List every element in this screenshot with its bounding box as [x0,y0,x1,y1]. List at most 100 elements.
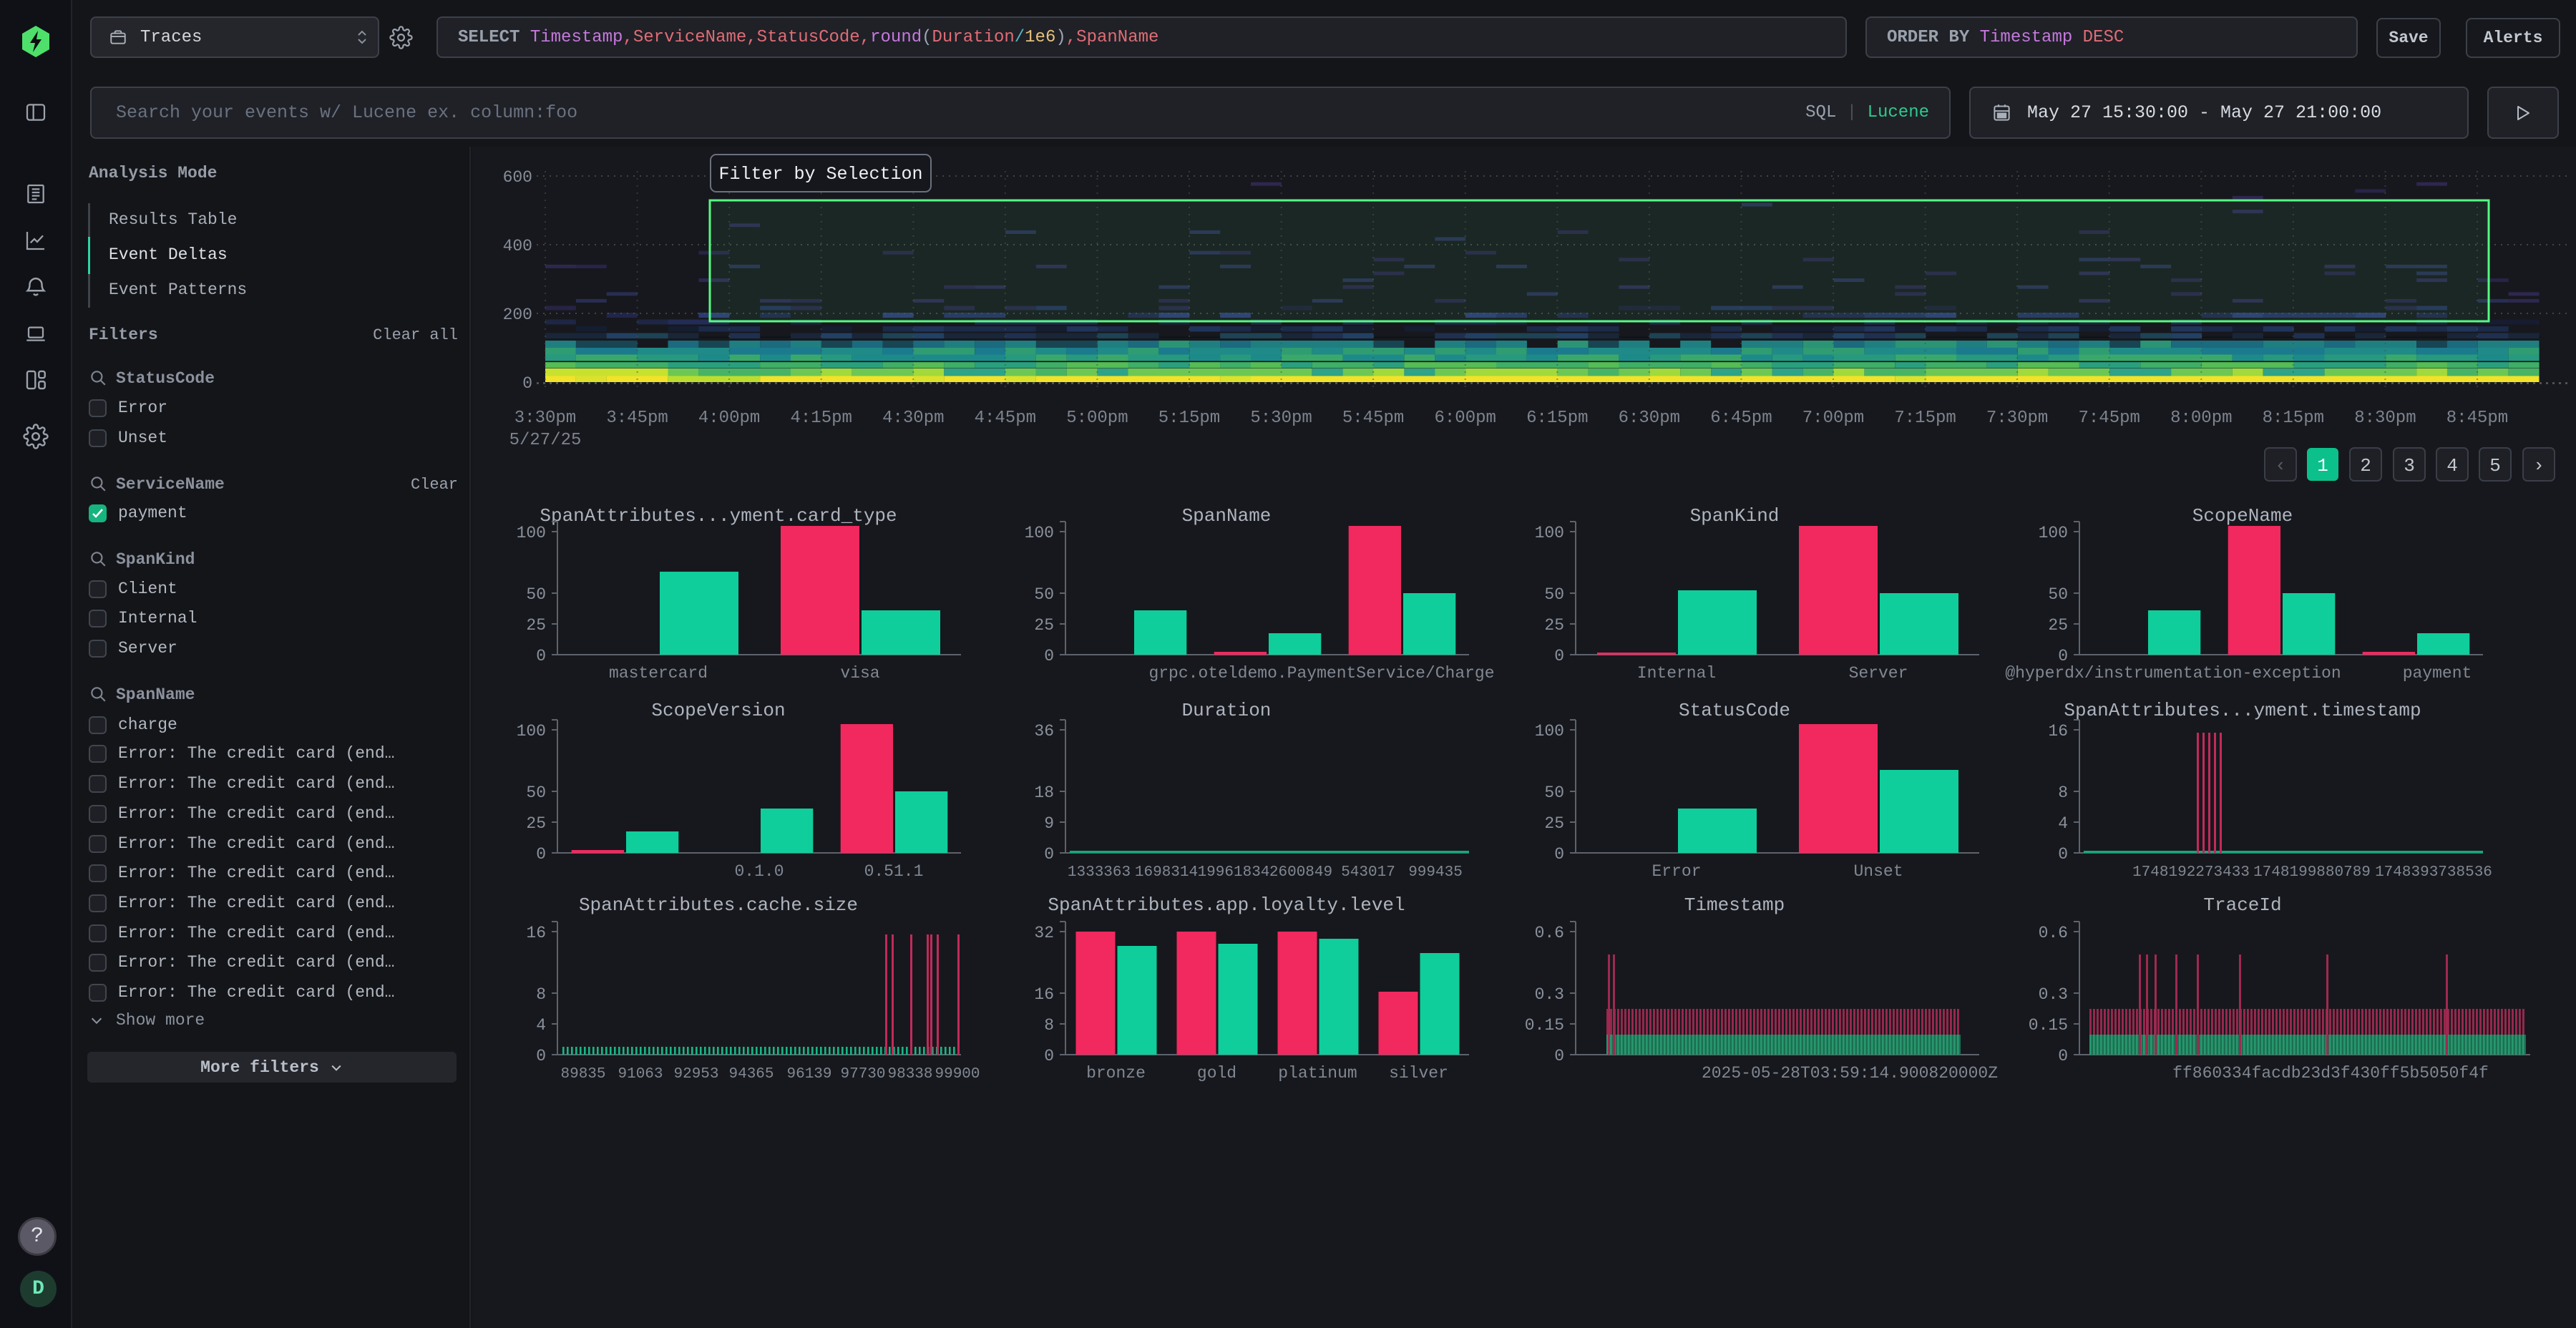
svg-text:16: 16 [2048,722,2068,741]
svg-text:1748393738536: 1748393738536 [2375,864,2492,881]
svg-text:visa: visa [840,664,879,683]
svg-text:5/27/25: 5/27/25 [509,431,582,450]
svg-text:Filter by Selection: Filter by Selection [718,164,922,185]
svg-text:silver: silver [1389,1064,1448,1083]
svg-text:1748192273433: 1748192273433 [2132,864,2250,881]
svg-text:2025-05-28T03:59:14.900820000Z: 2025-05-28T03:59:14.900820000Z [1702,1064,1998,1083]
svg-text:6:00pm: 6:00pm [1434,409,1496,428]
svg-text:1: 1 [2317,455,2328,477]
svg-text:3:45pm: 3:45pm [606,409,668,428]
svg-text:200: 200 [503,306,532,324]
svg-text:@hyperdx/instrumentation-excep: @hyperdx/instrumentation-exception [2005,664,2341,683]
svg-text:SpanAttributes...yment.card_ty: SpanAttributes...yment.card_type [540,505,897,527]
svg-text:0: 0 [522,374,532,393]
svg-text:0: 0 [2058,845,2068,864]
svg-text:6:15pm: 6:15pm [1526,409,1588,428]
svg-text:platinum: platinum [1278,1064,1357,1083]
svg-text:94365: 94365 [728,1066,774,1083]
svg-text:36: 36 [1034,722,1054,741]
svg-text:grpc.oteldemo.PaymentService/C: grpc.oteldemo.PaymentService/Charge [1148,664,1494,683]
svg-text:StatusCode: StatusCode [1679,700,1790,721]
svg-text:0: 0 [1044,1047,1054,1065]
svg-text:50: 50 [2048,585,2068,604]
svg-text:0: 0 [1044,845,1054,864]
svg-text:19961834: 19961834 [1198,864,1270,881]
svg-text:400: 400 [503,237,532,255]
svg-text:0.15: 0.15 [2029,1016,2068,1035]
svg-text:0: 0 [1044,647,1054,665]
svg-text:8:15pm: 8:15pm [2263,409,2324,428]
svg-text:50: 50 [1544,585,1564,604]
svg-text:0: 0 [1554,647,1564,665]
svg-text:4: 4 [2058,814,2068,833]
svg-text:5:45pm: 5:45pm [1342,409,1404,428]
svg-text:0: 0 [536,845,546,864]
svg-text:0: 0 [1554,1047,1564,1065]
svg-text:543017: 543017 [1341,864,1395,881]
svg-text:0.3: 0.3 [1535,985,1564,1004]
svg-text:8:00pm: 8:00pm [2170,409,2232,428]
svg-text:100: 100 [2039,524,2068,542]
svg-text:100: 100 [517,524,546,542]
svg-text:Duration: Duration [1182,700,1272,721]
svg-text:0: 0 [1554,845,1564,864]
svg-text:Error: Error [1652,862,1701,881]
svg-text:payment: payment [2403,664,2472,683]
svg-text:0.51.1: 0.51.1 [864,862,924,881]
svg-text:4:30pm: 4:30pm [882,409,944,428]
svg-text:0.15: 0.15 [1525,1016,1564,1035]
svg-text:8: 8 [1044,1016,1054,1035]
svg-text:4:15pm: 4:15pm [790,409,852,428]
svg-text:›: › [2533,455,2545,477]
svg-text:92953: 92953 [673,1066,718,1083]
svg-text:7:30pm: 7:30pm [1986,409,2048,428]
svg-text:0.1.0: 0.1.0 [734,862,784,881]
svg-text:16: 16 [1034,985,1054,1004]
svg-text:TraceId: TraceId [2203,894,2281,916]
svg-text:7:15pm: 7:15pm [1894,409,1956,428]
svg-text:0: 0 [536,647,546,665]
svg-text:50: 50 [526,783,546,802]
svg-text:8:30pm: 8:30pm [2354,409,2416,428]
svg-text:3:30pm: 3:30pm [514,409,576,428]
svg-text:4: 4 [536,1016,546,1035]
svg-text:6:45pm: 6:45pm [1710,409,1772,428]
svg-text:100: 100 [1535,524,1564,542]
svg-text:100: 100 [1535,722,1564,741]
svg-text:99900: 99900 [935,1066,980,1083]
svg-text:5:00pm: 5:00pm [1066,409,1128,428]
svg-text:bronze: bronze [1086,1064,1146,1083]
svg-text:8:45pm: 8:45pm [2446,409,2508,428]
svg-text:8: 8 [2058,783,2068,802]
svg-text:89835: 89835 [560,1066,605,1083]
svg-text:32: 32 [1034,924,1054,942]
svg-text:25: 25 [526,616,546,635]
svg-text:4: 4 [2446,455,2458,477]
svg-text:Internal: Internal [1637,664,1716,683]
svg-text:0.6: 0.6 [1535,924,1564,942]
svg-text:0.3: 0.3 [2039,985,2068,1004]
svg-text:8: 8 [536,985,546,1004]
svg-text:98338: 98338 [887,1066,932,1083]
svg-text:25: 25 [2048,616,2068,635]
svg-text:7:00pm: 7:00pm [1802,409,1864,428]
svg-text:gold: gold [1197,1064,1236,1083]
svg-text:50: 50 [1034,585,1054,604]
svg-text:ff860334facdb23d3f430ff5b5050f: ff860334facdb23d3f430ff5b5050f4f [2172,1064,2489,1083]
svg-text:1698314: 1698314 [1135,864,1198,881]
svg-text:ScopeName: ScopeName [2192,505,2293,527]
svg-text:7:45pm: 7:45pm [2078,409,2140,428]
svg-text:97730: 97730 [840,1066,885,1083]
svg-text:2600849: 2600849 [1269,864,1332,881]
svg-text:0: 0 [2058,647,2068,665]
svg-text:0.6: 0.6 [2039,924,2068,942]
svg-text:4:00pm: 4:00pm [698,409,760,428]
svg-text:SpanName: SpanName [1182,505,1272,527]
svg-text:5:30pm: 5:30pm [1250,409,1312,428]
svg-text:mastercard: mastercard [609,664,708,683]
svg-text:SpanAttributes...yment.timesta: SpanAttributes...yment.timestamp [2064,700,2421,721]
svg-text:91063: 91063 [618,1066,663,1083]
svg-text:16: 16 [526,924,546,942]
svg-text:100: 100 [517,722,546,741]
svg-text:1333363: 1333363 [1068,864,1131,881]
